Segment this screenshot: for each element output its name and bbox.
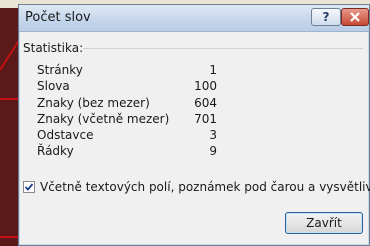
stat-label: Odstavce bbox=[37, 128, 94, 143]
stat-label: Stránky bbox=[37, 63, 83, 77]
annotation-frame bbox=[0, 98, 20, 238]
stat-label: Řádky bbox=[37, 144, 74, 159]
stat-row-words: Slova 100 bbox=[37, 78, 217, 94]
group-divider bbox=[83, 48, 363, 49]
statistics-list: Stránky 1 Slova 100 Znaky (bez mezer) 60… bbox=[37, 62, 217, 160]
help-icon: ? bbox=[322, 10, 330, 24]
stat-label: Slova bbox=[37, 79, 70, 94]
stat-row-chars-no-spaces: Znaky (bez mezer) 604 bbox=[37, 95, 217, 111]
stat-label: Znaky (bez mezer) bbox=[37, 95, 150, 110]
checkmark-icon bbox=[24, 183, 34, 191]
dialog-title: Počet slov bbox=[25, 10, 91, 25]
stat-row-paragraphs: Odstavce 3 bbox=[37, 127, 217, 143]
stat-value: 3 bbox=[209, 128, 217, 143]
stat-value: 604 bbox=[194, 95, 217, 110]
stat-value: 1 bbox=[209, 63, 217, 77]
stat-label: Znaky (včetně mezer) bbox=[37, 111, 170, 126]
window-close-button[interactable] bbox=[341, 8, 369, 26]
stat-row-pages: Stránky 1 bbox=[37, 62, 217, 78]
include-textboxes-checkbox[interactable] bbox=[23, 181, 35, 193]
stat-value: 701 bbox=[194, 111, 217, 126]
include-textboxes-label: Včetně textových polí, poznámek pod čaro… bbox=[40, 180, 370, 194]
stat-row-lines: Řádky 9 bbox=[37, 143, 217, 159]
stat-value: 100 bbox=[194, 79, 217, 94]
close-button[interactable]: Zavřít bbox=[285, 212, 363, 234]
word-count-dialog: Počet slov ? Statistika: Stránky 1 Slova… bbox=[18, 4, 370, 246]
close-icon bbox=[350, 12, 360, 22]
statistics-group-label: Statistika: bbox=[23, 41, 84, 55]
stat-value: 9 bbox=[209, 144, 217, 159]
title-bar: Počet slov ? bbox=[19, 5, 369, 32]
close-button-label: Zavřít bbox=[306, 216, 342, 230]
help-button[interactable]: ? bbox=[311, 8, 341, 26]
stat-row-chars-with-spaces: Znaky (včetně mezer) 701 bbox=[37, 111, 217, 127]
dialog-content: Statistika: Stránky 1 Slova 100 Znaky (b… bbox=[19, 32, 370, 245]
include-textboxes-option[interactable]: Včetně textových polí, poznámek pod čaro… bbox=[23, 180, 370, 194]
